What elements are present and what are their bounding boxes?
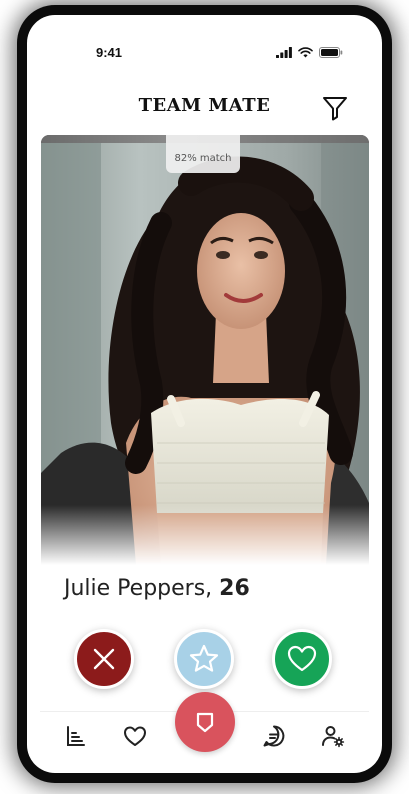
tab-chat[interactable]: [261, 723, 287, 749]
home-icon: [196, 712, 214, 733]
app-title: TEAM MATE: [138, 95, 271, 116]
match-label: 82% match: [174, 153, 232, 164]
match-badge: 82% match: [166, 135, 240, 173]
app-header: TEAM MATE: [40, 81, 369, 121]
stats-icon: [67, 726, 85, 746]
card-fade: [41, 505, 369, 565]
profile-name: Julie Peppers,: [64, 576, 213, 601]
profile-name-row: Julie Peppers, 26: [64, 576, 250, 601]
battery-icon: [319, 47, 343, 58]
status-icons: [276, 47, 343, 58]
tab-favorites[interactable]: [122, 723, 148, 749]
profile-age: 26: [219, 576, 250, 601]
chat-icon: [263, 725, 285, 747]
heart-icon: [124, 726, 146, 746]
phone-frame: 9:41 TEAM MATE 82% match Julie Peppers, …: [27, 15, 382, 773]
super-like-button[interactable]: [174, 629, 234, 689]
like-button[interactable]: [272, 629, 332, 689]
status-time: 9:41: [96, 45, 123, 60]
profile-card[interactable]: [41, 135, 369, 565]
signal-icon: [276, 47, 292, 58]
heart-icon: [287, 645, 317, 672]
action-buttons: [40, 629, 369, 693]
stage: 9:41 TEAM MATE 82% match Julie Peppers, …: [0, 0, 409, 794]
status-bar: 9:41: [40, 45, 369, 65]
close-icon: [93, 648, 115, 670]
tab-stats[interactable]: [62, 723, 88, 749]
nope-button[interactable]: [74, 629, 134, 689]
user-settings-icon: [322, 726, 345, 748]
app-screen: 9:41 TEAM MATE 82% match Julie Peppers, …: [40, 31, 369, 759]
wifi-icon: [298, 47, 313, 58]
filter-button[interactable]: [321, 94, 349, 122]
filter-icon: [323, 97, 347, 121]
profile-photo: [41, 143, 369, 565]
star-icon: [189, 644, 219, 672]
tab-profile-settings[interactable]: [320, 723, 346, 749]
home-tab-button[interactable]: [175, 692, 235, 752]
